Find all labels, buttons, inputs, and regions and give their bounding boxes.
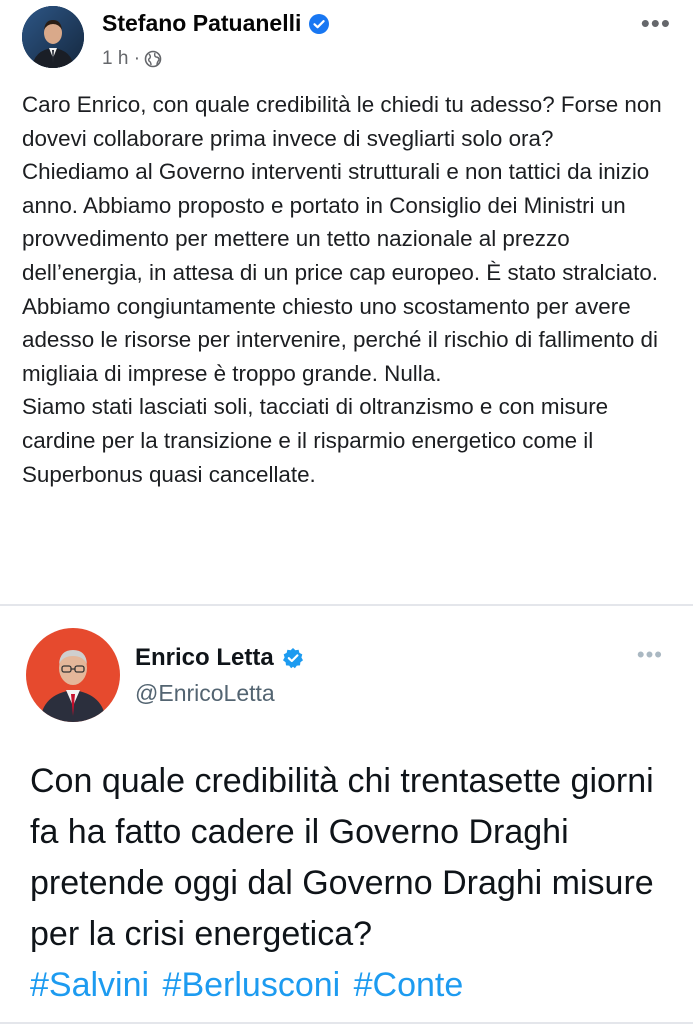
tweet-author-row: Enrico Letta bbox=[135, 644, 304, 672]
tweet-hashtags: #Salvini #Berlusconi #Conte bbox=[30, 960, 670, 1011]
verified-badge-icon bbox=[309, 13, 330, 34]
tweet-more-options-icon[interactable]: ••• bbox=[637, 644, 663, 666]
author-name[interactable]: Stefano Patuanelli bbox=[102, 10, 301, 37]
post-meta: 1 h · bbox=[102, 48, 162, 70]
tweet-author-avatar-image bbox=[26, 628, 120, 722]
tweet-author-handle[interactable]: @EnricoLetta bbox=[135, 680, 275, 707]
author-avatar-image bbox=[22, 6, 84, 68]
tweet-author-name[interactable]: Enrico Letta bbox=[135, 644, 274, 672]
post-more-options-icon[interactable]: ••• bbox=[641, 10, 671, 36]
author-name-row: Stefano Patuanelli bbox=[102, 10, 330, 37]
hashtag-link[interactable]: #Salvini bbox=[30, 966, 149, 1004]
post-paragraph: Caro Enrico, con quale credibilità le ch… bbox=[22, 92, 662, 151]
hashtag-link[interactable]: #Berlusconi bbox=[163, 966, 341, 1004]
tweet-text-block: Con quale credibilità chi trentasette gi… bbox=[30, 756, 670, 1011]
tweet-author-avatar[interactable] bbox=[26, 628, 120, 722]
post-paragraph: Chiediamo al Governo interventi struttur… bbox=[22, 159, 659, 285]
globe-icon[interactable] bbox=[144, 50, 162, 68]
hashtag-link[interactable]: #Conte bbox=[354, 966, 464, 1004]
post-body: Caro Enrico, con quale credibilità le ch… bbox=[22, 88, 682, 491]
post-header: Stefano Patuanelli 1 h · ••• bbox=[0, 0, 693, 80]
post-paragraph: Siamo stati lasciati soli, tacciati di o… bbox=[22, 394, 609, 487]
embedded-tweet[interactable]: Enrico Letta @EnricoLetta ••• Con quale … bbox=[0, 606, 693, 1024]
post-paragraph: Abbiamo congiuntamente chiesto uno scost… bbox=[22, 293, 658, 386]
author-avatar[interactable] bbox=[22, 6, 84, 68]
tweet-text: Con quale credibilità chi trentasette gi… bbox=[30, 762, 654, 953]
post-timestamp[interactable]: 1 h · bbox=[102, 48, 140, 70]
verified-badge-icon bbox=[282, 648, 303, 669]
